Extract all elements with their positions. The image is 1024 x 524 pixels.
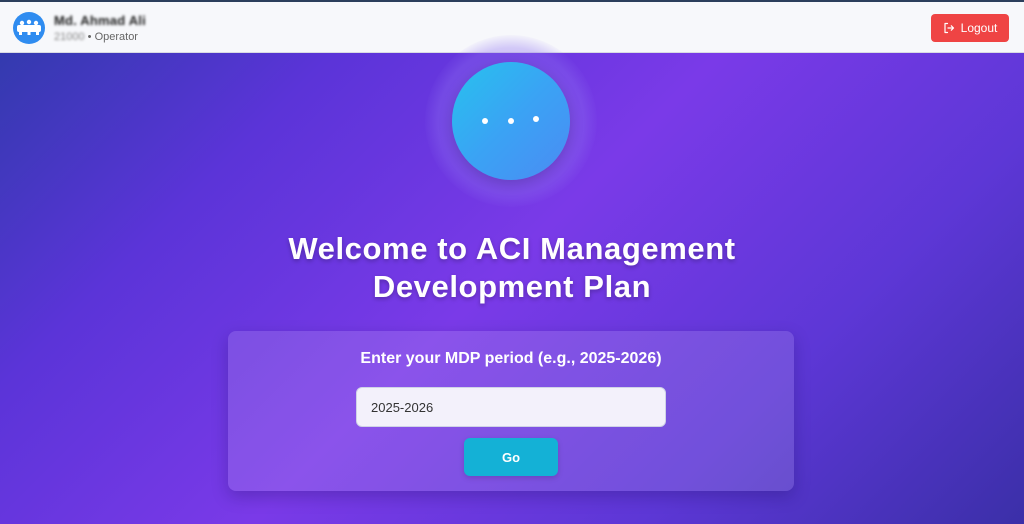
subtitle-separator: • (84, 31, 95, 43)
period-input[interactable] (356, 387, 666, 427)
team-logo-icon (17, 19, 41, 35)
logout-label: Logout (960, 21, 998, 35)
period-card: Enter your MDP period (e.g., 2025-2026) … (228, 331, 794, 491)
welcome-title: Welcome to ACI Management Development Pl… (212, 230, 812, 306)
user-avatar[interactable] (13, 12, 45, 44)
go-button[interactable]: Go (464, 438, 558, 476)
title-line-1: Welcome to ACI Management (288, 231, 736, 266)
user-id: 21000 (54, 31, 85, 43)
user-subtitle: 21000 • Operator (54, 31, 138, 43)
loading-orb (452, 62, 570, 180)
user-role: Operator (94, 31, 138, 43)
logout-icon (944, 22, 954, 34)
period-prompt: Enter your MDP period (e.g., 2025-2026) (360, 350, 662, 367)
dot-1 (482, 118, 488, 124)
dot-3 (533, 116, 539, 122)
user-name: Md. Ahmad Ali (54, 13, 146, 28)
logout-button[interactable]: Logout (931, 14, 1009, 42)
dot-2 (508, 118, 514, 124)
title-line-2: Development Plan (372, 269, 652, 304)
